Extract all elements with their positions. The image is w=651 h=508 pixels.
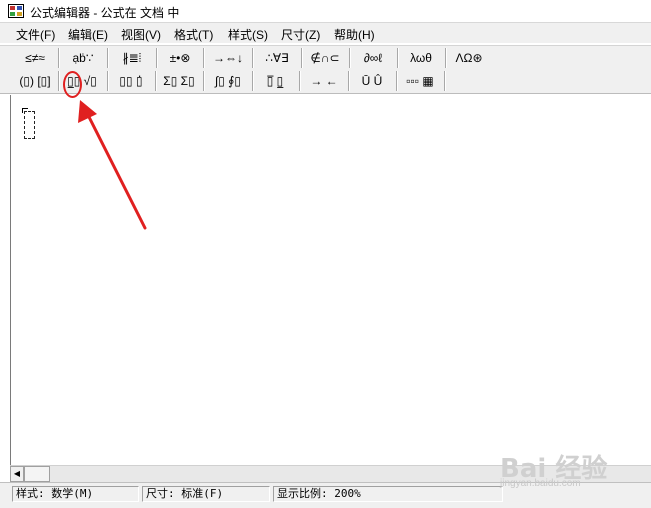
status-size: 尺寸: 标准(F) [142, 486, 270, 502]
toolbar-separator [396, 71, 398, 91]
template-palette-row: (▯) [▯] ▯̲▯ √▯ ▯▯ ▯̇ Σ▯ Σ▯ ∫▯ ∮▯ ▯̅ ▯̲ →… [0, 69, 651, 94]
misc-symbols-button[interactable]: ∂∞ℓ [352, 47, 394, 68]
toolbar-separator [444, 71, 446, 91]
toolbar-separator [203, 48, 205, 68]
toolbar-separator [349, 48, 351, 68]
menu-file[interactable]: 文件(F) [16, 26, 55, 43]
operator-symbols-button[interactable]: ±•⊗ [160, 47, 200, 68]
toolbar-separator [445, 48, 447, 68]
menu-edit[interactable]: 编辑(E) [68, 26, 108, 43]
toolbar-separator [299, 71, 301, 91]
toolbar-separator [397, 48, 399, 68]
status-zoom: 显示比例: 200% [273, 486, 503, 502]
matrix-templates-button[interactable]: ▫▫▫ ▦ [399, 70, 441, 91]
toolbar-separator [107, 71, 109, 91]
greek-uppercase-button[interactable]: ΛΩ⊛ [448, 47, 490, 68]
toolbar-separator [156, 48, 158, 68]
integral-templates-button[interactable]: ∫▯ ∮▯ [207, 70, 249, 91]
products-set-theory-templates-button[interactable]: Ū Û [351, 70, 393, 91]
spaces-ellipses-button[interactable]: ạḃ∵ [63, 47, 103, 68]
toolbar-separator [58, 71, 60, 91]
logical-symbols-button[interactable]: ∴∀∃ [256, 47, 298, 68]
greek-lowercase-button[interactable]: λωθ [400, 47, 442, 68]
subscript-superscript-templates-button[interactable]: ▯▯ ▯̇ [111, 70, 151, 91]
empty-template-slot[interactable] [24, 111, 35, 139]
scroll-thumb[interactable] [24, 466, 50, 482]
menu-style[interactable]: 样式(S) [228, 26, 268, 43]
baidu-watermark: Bai 经验 jingyan.baidu.com [500, 448, 650, 494]
equation-editor-app-icon [8, 4, 24, 18]
relational-symbols-button[interactable]: ≤≠≈ [15, 47, 55, 68]
menu-size[interactable]: 尺寸(Z) [281, 26, 320, 43]
annotation-circle [63, 71, 82, 98]
toolbar-separator [155, 71, 157, 91]
toolbar-separator [301, 48, 303, 68]
menu-format[interactable]: 格式(T) [174, 26, 213, 43]
toolbar-separator [107, 48, 109, 68]
fence-templates-button[interactable]: (▯) [▯] [15, 70, 55, 91]
arrow-symbols-button[interactable]: →⇔↓ [207, 47, 249, 68]
menu-bar: 文件(F) 编辑(E) 视图(V) 格式(T) 样式(S) 尺寸(Z) 帮助(H… [0, 23, 651, 43]
scroll-left-arrow-icon[interactable]: ◀ [10, 466, 24, 482]
window-title: 公式编辑器 - 公式在 文档 中 [30, 6, 180, 20]
underbar-overbar-templates-button[interactable]: ▯̅ ▯̲ [255, 70, 295, 91]
summation-templates-button[interactable]: Σ▯ Σ▯ [158, 70, 200, 91]
title-bar: 公式编辑器 - 公式在 文档 中 [0, 0, 651, 23]
set-theory-symbols-button[interactable]: ∉∩⊂ [304, 47, 346, 68]
toolbar-separator [203, 71, 205, 91]
menu-help[interactable]: 帮助(H) [334, 26, 375, 43]
toolbar-separator [348, 71, 350, 91]
equation-editing-area[interactable] [10, 95, 651, 465]
toolbar-separator [58, 48, 60, 68]
symbol-palette-row: ≤≠≈ ạḃ∵ ∦≣⦙ ±•⊗ →⇔↓ ∴∀∃ ∉∩⊂ ∂∞ℓ λωθ ΛΩ⊛ [0, 45, 651, 70]
embellishments-button[interactable]: ∦≣⦙ [112, 47, 152, 68]
watermark-url: jingyan.baidu.com [500, 478, 581, 489]
labeled-arrow-templates-button[interactable]: → ← [303, 70, 345, 91]
menu-view[interactable]: 视图(V) [121, 26, 161, 43]
toolbar-separator [252, 48, 254, 68]
status-style: 样式: 数学(M) [12, 486, 139, 502]
toolbar-separator [252, 71, 254, 91]
